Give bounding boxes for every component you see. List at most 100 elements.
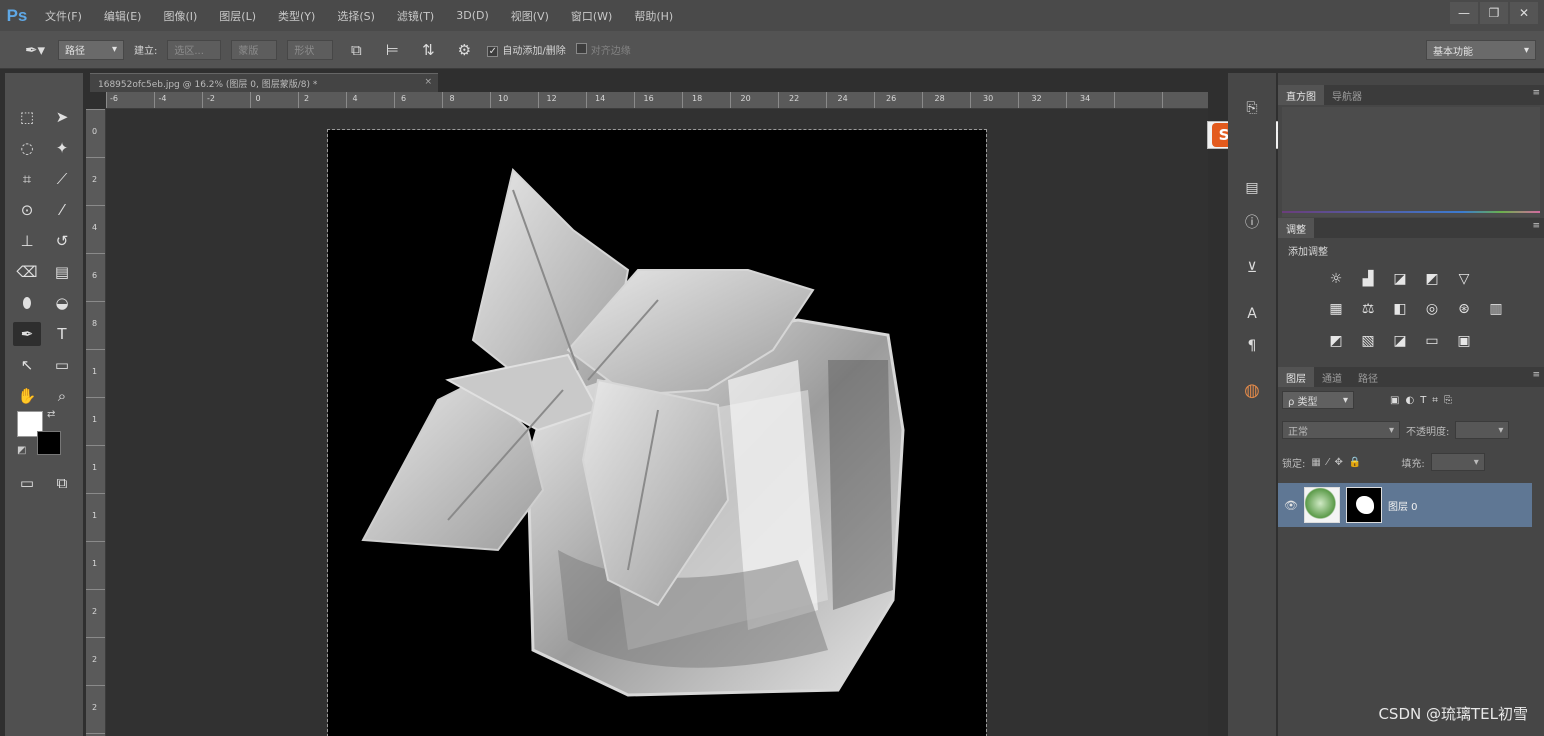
opacity-field[interactable]: ▾ xyxy=(1455,421,1510,439)
panel-menu-icon[interactable]: ≡ xyxy=(1532,88,1540,98)
menu-window[interactable]: 窗口(W) xyxy=(560,8,623,24)
tab-histogram[interactable]: 直方图 xyxy=(1278,85,1324,105)
channel-mixer-icon[interactable]: ⊛ xyxy=(1454,299,1474,319)
layer-name[interactable]: 图层 0 xyxy=(1388,498,1418,513)
close-icon[interactable]: × xyxy=(424,77,432,87)
actions-panel-icon[interactable]: ▤ xyxy=(1241,177,1263,199)
brush-tool-icon[interactable]: ⁄ xyxy=(48,198,76,222)
history-brush-tool-icon[interactable]: ↺ xyxy=(48,229,76,253)
selective-color-icon[interactable]: ▣ xyxy=(1454,331,1474,351)
zoom-tool-icon[interactable]: ⌕ xyxy=(48,384,76,408)
auto-add-delete-checkbox[interactable]: ✓ xyxy=(487,46,499,57)
dodge-tool-icon[interactable]: ◒ xyxy=(48,291,76,315)
default-colors-icon[interactable]: ◩ xyxy=(17,445,26,456)
layer-thumbnail[interactable] xyxy=(1304,487,1340,523)
panel-menu-icon[interactable]: ≡ xyxy=(1532,221,1540,231)
spot-healing-tool-icon[interactable]: ⊙ xyxy=(13,198,41,222)
menu-file[interactable]: 文件(F) xyxy=(34,8,93,24)
posterize-icon[interactable]: ▧ xyxy=(1358,331,1378,351)
exposure-icon[interactable]: ◩ xyxy=(1422,269,1442,289)
lock-image-icon[interactable]: ⁄ xyxy=(1327,457,1329,468)
quick-mask-icon[interactable]: ▭ xyxy=(13,471,41,495)
magic-wand-tool-icon[interactable]: ✦ xyxy=(48,136,76,160)
move-tool-icon[interactable]: ➤ xyxy=(48,105,76,129)
make-shape-button[interactable]: 形状 xyxy=(287,39,334,60)
menu-edit[interactable]: 编辑(E) xyxy=(93,8,153,24)
restore-button[interactable]: ❐ xyxy=(1480,2,1508,24)
brightness-contrast-icon[interactable]: ☼ xyxy=(1326,269,1346,289)
filter-type-icon[interactable]: T xyxy=(1420,395,1426,406)
gradient-tool-icon[interactable]: ▤ xyxy=(48,260,76,284)
fill-field[interactable]: ▾ xyxy=(1430,453,1485,471)
menu-select[interactable]: 选择(S) xyxy=(326,8,386,24)
make-mask-button[interactable]: 蒙版 xyxy=(231,39,278,60)
hand-tool-icon[interactable]: ✋ xyxy=(13,384,41,408)
minimize-button[interactable]: — xyxy=(1450,2,1478,24)
screen-mode-icon[interactable]: ⧉ xyxy=(48,471,76,495)
brush-panel-icon[interactable]: ⊻ xyxy=(1241,257,1263,279)
eyedropper-tool-icon[interactable]: ⟋ xyxy=(48,167,76,191)
color-panel-icon[interactable]: ◍ xyxy=(1241,379,1263,401)
levels-icon[interactable]: ▟ xyxy=(1358,269,1378,289)
layer-row[interactable]: 👁 图层 0 xyxy=(1278,483,1532,527)
layer-mask-thumbnail[interactable] xyxy=(1346,487,1382,523)
hue-saturation-icon[interactable]: ▦ xyxy=(1326,299,1346,319)
canvas-pasteboard[interactable] xyxy=(106,109,1208,736)
lock-transparent-icon[interactable]: ▦ xyxy=(1311,457,1320,468)
filter-shape-icon[interactable]: ⌗ xyxy=(1432,395,1438,406)
eye-icon[interactable]: 👁 xyxy=(1278,499,1304,512)
workspace-select[interactable]: 基本功能 ▾ xyxy=(1426,40,1536,60)
paragraph-panel-icon[interactable]: ¶ xyxy=(1241,335,1263,357)
tab-adjustments[interactable]: 调整 xyxy=(1278,218,1314,238)
history-panel-icon[interactable]: ⎘ xyxy=(1241,97,1263,119)
menu-help[interactable]: 帮助(H) xyxy=(623,8,684,24)
eraser-tool-icon[interactable]: ⌫ xyxy=(13,260,41,284)
color-balance-icon[interactable]: ⚖ xyxy=(1358,299,1378,319)
path-arrangement-icon[interactable]: ⇅ xyxy=(415,41,441,59)
clone-stamp-tool-icon[interactable]: ⊥ xyxy=(13,229,41,253)
color-lookup-icon[interactable]: ▥ xyxy=(1486,299,1506,319)
lock-all-icon[interactable]: 🔒 xyxy=(1349,457,1361,468)
filter-smart-object-icon[interactable]: ⎘ xyxy=(1444,395,1452,406)
layer-kind-filter[interactable]: ρ 类型 ▾ xyxy=(1282,391,1354,409)
document-tab[interactable]: 168952ofc5eb.jpg @ 16.2% (图层 0, 图层蒙版/8) … xyxy=(90,73,438,92)
tab-paths[interactable]: 路径 xyxy=(1350,367,1386,387)
filter-adjustment-icon[interactable]: ◐ xyxy=(1405,395,1414,406)
panel-menu-icon[interactable]: ≡ xyxy=(1532,370,1540,380)
tab-channels[interactable]: 通道 xyxy=(1314,367,1350,387)
blur-tool-icon[interactable]: ⬮ xyxy=(13,291,41,315)
blend-mode-select[interactable]: 正常 ▾ xyxy=(1282,421,1400,439)
swap-colors-icon[interactable]: ⇄ xyxy=(47,409,55,420)
threshold-icon[interactable]: ◪ xyxy=(1390,331,1410,351)
menu-layer[interactable]: 图层(L) xyxy=(208,8,267,24)
path-selection-tool-icon[interactable]: ↖ xyxy=(13,353,41,377)
type-tool-icon[interactable]: T xyxy=(48,322,76,346)
document-canvas[interactable] xyxy=(327,129,987,736)
align-edges-option[interactable]: 对齐边缘 xyxy=(575,42,631,57)
pen-tool-preset-icon[interactable]: ✒▾ xyxy=(22,41,48,59)
close-button[interactable]: ✕ xyxy=(1510,2,1538,24)
auto-add-delete-option[interactable]: ✓ 自动添加/删除 xyxy=(487,42,566,57)
marquee-tool-icon[interactable]: ⬚ xyxy=(13,105,41,129)
make-selection-button[interactable]: 选区... xyxy=(167,39,222,60)
black-white-icon[interactable]: ◧ xyxy=(1390,299,1410,319)
rectangle-tool-icon[interactable]: ▭ xyxy=(48,353,76,377)
horizontal-ruler[interactable]: -6 -4 -2 0 2 4 6 8 10 12 14 16 18 20 22 24 26 28 30 32 34 xyxy=(106,92,1208,109)
pen-mode-select[interactable]: 路径 ▾ xyxy=(58,39,124,60)
background-color-swatch[interactable] xyxy=(37,431,61,455)
menu-view[interactable]: 视图(V) xyxy=(500,8,560,24)
vertical-ruler[interactable]: 0 2 4 6 8 1 1 1 1 1 2 2 2 xyxy=(86,109,106,736)
character-panel-icon[interactable]: A xyxy=(1241,303,1263,325)
filter-pixel-icon[interactable]: ▣ xyxy=(1390,395,1399,406)
tab-layers[interactable]: 图层 xyxy=(1278,367,1314,387)
curves-icon[interactable]: ◪ xyxy=(1390,269,1410,289)
invert-icon[interactable]: ◩ xyxy=(1326,331,1346,351)
info-panel-icon[interactable]: ⓘ xyxy=(1241,211,1263,233)
lasso-tool-icon[interactable]: ◌ xyxy=(13,136,41,160)
vibrance-icon[interactable]: ▽ xyxy=(1454,269,1474,289)
menu-type[interactable]: 类型(Y) xyxy=(267,8,326,24)
path-operations-icon[interactable]: ⧉ xyxy=(343,41,369,59)
align-edges-checkbox[interactable] xyxy=(575,43,587,54)
gradient-map-icon[interactable]: ▭ xyxy=(1422,331,1442,351)
pen-tool-icon[interactable]: ✒ xyxy=(13,322,41,346)
